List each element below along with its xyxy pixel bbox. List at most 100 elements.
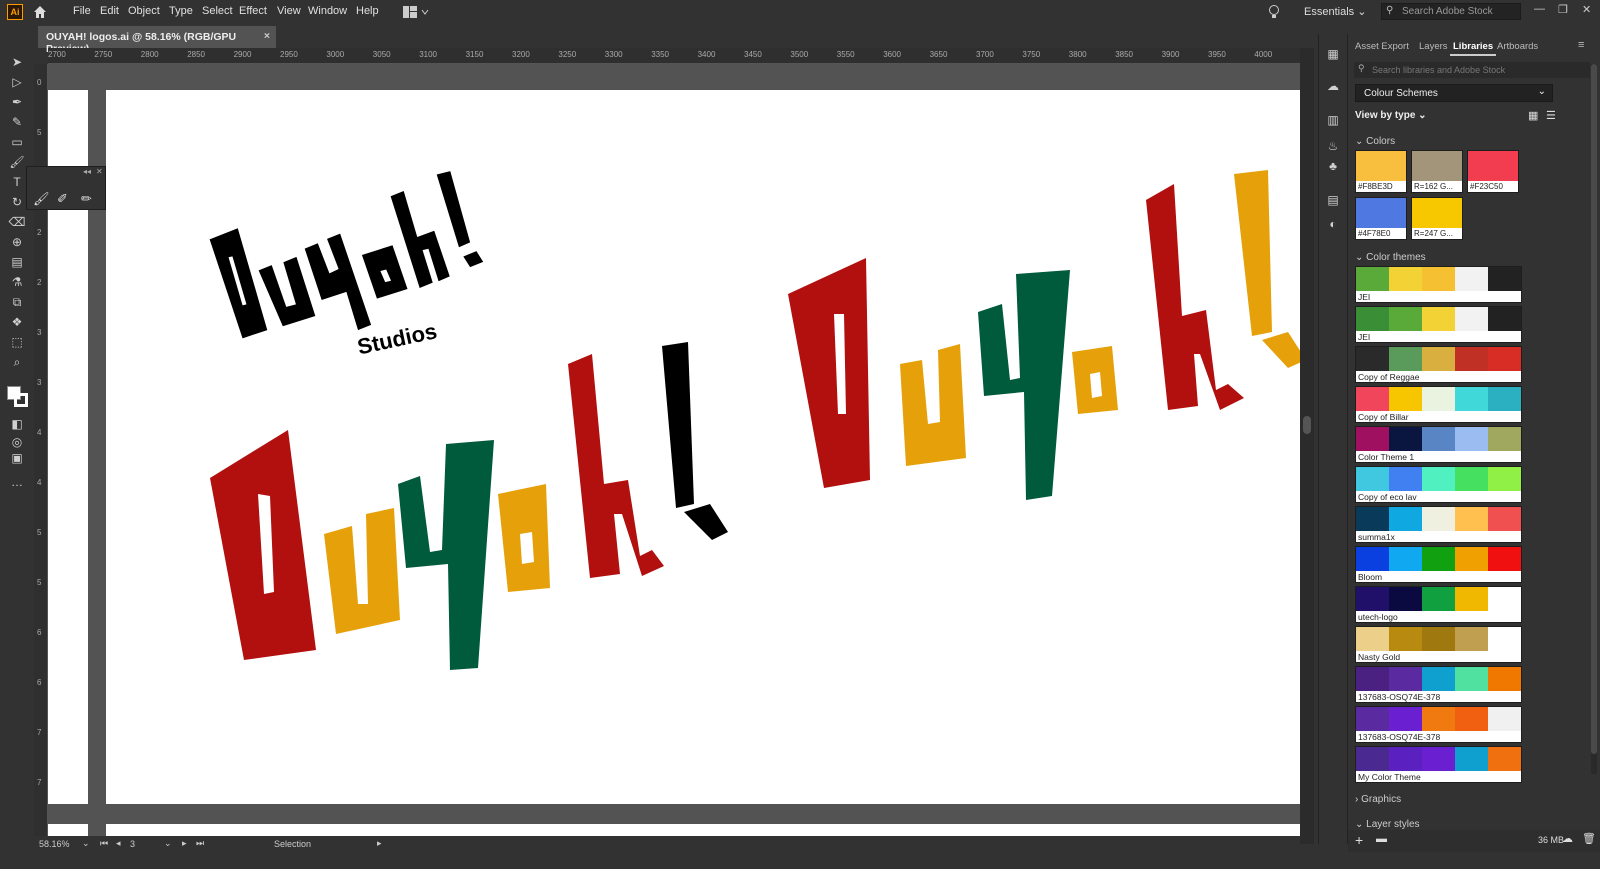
blend-tool-icon[interactable]: ⧉	[9, 294, 25, 310]
direct-selection-tool-icon[interactable]: ▷	[9, 74, 25, 90]
workspace-dropdown[interactable]: Essentials ⌄	[1304, 5, 1366, 18]
selection-tool-icon[interactable]: ➤	[9, 54, 25, 70]
color-theme[interactable]: Color Theme 1	[1355, 426, 1522, 463]
transparency-icon[interactable]: ◐	[1325, 216, 1341, 232]
panel-menu-icon[interactable]: ≡	[1578, 39, 1584, 51]
artwork-layer[interactable]: Studios	[48, 64, 1300, 844]
color-theme[interactable]: Nasty Gold	[1355, 626, 1522, 663]
close-flyout-icon[interactable]: ✕	[96, 167, 103, 176]
logo-black[interactable]	[208, 169, 492, 360]
color-swatch[interactable]: #F23C50	[1467, 150, 1519, 193]
color-themes-section-header[interactable]: ⌄ Color themes	[1355, 252, 1426, 263]
delete-icon[interactable]: 🗑	[1582, 832, 1596, 845]
collapse-icon[interactable]: ◂◂	[83, 167, 91, 176]
last-artboard-icon[interactable]: ⏭	[196, 838, 204, 849]
graphics-section-header[interactable]: › Graphics	[1355, 794, 1401, 805]
color-theme[interactable]: Bloom	[1355, 546, 1522, 583]
panel-scrollbar[interactable]	[1591, 64, 1597, 774]
rectangle-tool-icon[interactable]: ▭	[9, 134, 25, 150]
stroke-color-swatch[interactable]	[14, 393, 28, 407]
menu-object[interactable]: Object	[128, 5, 160, 17]
app-logo[interactable]: Ai	[7, 4, 23, 20]
canvas[interactable]: Studios	[48, 64, 1300, 844]
color-swatch[interactable]: #F8BE3D	[1355, 150, 1407, 193]
zoom-tool-icon[interactable]: ⌕	[9, 354, 25, 370]
library-search-input[interactable]: ⚲ Search libraries and Adobe Stock	[1354, 62, 1590, 78]
draw-mode-icon[interactable]: ◎	[9, 434, 25, 450]
colors-section-header[interactable]: ⌄ Colors	[1355, 136, 1395, 147]
tab-artboards[interactable]: Artboards	[1497, 41, 1538, 52]
view-by-type-dropdown[interactable]: View by type ⌄	[1355, 110, 1427, 121]
menu-help[interactable]: Help	[356, 5, 379, 17]
curvature-tool-icon[interactable]: ✎	[9, 114, 25, 130]
color-theme[interactable]: JEI	[1355, 306, 1522, 343]
artboard-tool-icon[interactable]: ⬚	[9, 334, 25, 350]
cc-libraries-icon[interactable]: ☁	[1325, 78, 1341, 94]
artboard-dropdown-icon[interactable]: ⌄	[164, 838, 172, 849]
vertical-scrollbar[interactable]	[1300, 48, 1314, 844]
status-menu-icon[interactable]: ▸	[377, 838, 382, 849]
color-theme[interactable]: Copy of eco lav	[1355, 466, 1522, 503]
brushes-icon[interactable]: ♨	[1325, 138, 1341, 154]
first-artboard-icon[interactable]: ⏮	[100, 838, 108, 849]
symbols-icon[interactable]: ♣	[1325, 158, 1341, 174]
properties-icon[interactable]: ▦	[1325, 46, 1341, 62]
color-swatch[interactable]: R=162 G...	[1411, 150, 1463, 193]
color-mode-icon[interactable]: ◧	[9, 416, 25, 432]
tab-libraries[interactable]: Libraries	[1453, 41, 1493, 52]
document-tab[interactable]: OUYAH! logos.ai @ 58.16% (RGB/GPU Previe…	[38, 26, 276, 55]
logo-color-1[interactable]	[210, 342, 728, 670]
puppet-warp-tool-icon[interactable]: ⊕	[9, 234, 25, 250]
menu-type[interactable]: Type	[169, 5, 193, 17]
eraser-tool-icon[interactable]: ⌫	[9, 214, 26, 230]
rotate-tool-icon[interactable]: ↻	[9, 194, 25, 210]
symbol-sprayer-tool-icon[interactable]: ❖	[9, 314, 25, 330]
add-content-icon[interactable]: +	[1355, 832, 1363, 848]
cloud-sync-icon[interactable]: ☁	[1562, 832, 1573, 845]
color-theme[interactable]: JEI	[1355, 266, 1522, 303]
pencil-icon[interactable]: ✏	[81, 191, 92, 207]
menu-view[interactable]: View	[277, 5, 301, 17]
home-icon[interactable]	[32, 4, 48, 20]
type-tool-icon[interactable]: T	[9, 174, 25, 190]
menu-effect[interactable]: Effect	[239, 5, 267, 17]
close-tab-icon[interactable]: ×	[264, 30, 270, 42]
folder-icon[interactable]: ▬	[1376, 833, 1387, 845]
menu-edit[interactable]: Edit	[100, 5, 119, 17]
gradient-tool-icon[interactable]: ▤	[9, 254, 25, 270]
minimize-icon[interactable]: —	[1534, 3, 1545, 15]
menu-window[interactable]: Window	[308, 5, 347, 17]
menu-file[interactable]: File	[73, 5, 91, 17]
color-swatch[interactable]: #4F78E0	[1355, 197, 1407, 240]
color-theme[interactable]: utech-logo	[1355, 586, 1522, 623]
layer-styles-section-header[interactable]: ⌄ Layer styles	[1355, 819, 1420, 830]
blob-brush-icon[interactable]: ✐	[57, 191, 68, 207]
zoom-dropdown-icon[interactable]: ⌄	[82, 838, 90, 849]
next-artboard-icon[interactable]: ▸	[182, 838, 187, 849]
color-theme[interactable]: 137683-OSQ74E-378	[1355, 666, 1522, 703]
color-theme[interactable]: summa1x	[1355, 506, 1522, 543]
stock-search-input[interactable]: Search Adobe Stock ⚲	[1381, 3, 1521, 20]
menu-select[interactable]: Select	[202, 5, 233, 17]
tab-asset-export[interactable]: Asset Export	[1355, 41, 1409, 52]
color-theme[interactable]: Copy of Billar	[1355, 386, 1522, 423]
screen-mode-icon[interactable]: ▣	[9, 450, 25, 466]
prev-artboard-icon[interactable]: ◂	[116, 838, 121, 849]
color-theme[interactable]: Copy of Reggae	[1355, 346, 1522, 383]
color-theme[interactable]: 137683-OSQ74E-378	[1355, 706, 1522, 743]
maximize-icon[interactable]: ❐	[1558, 3, 1568, 16]
tab-layers[interactable]: Layers	[1419, 41, 1448, 52]
close-window-icon[interactable]: ✕	[1582, 3, 1591, 16]
scroll-thumb[interactable]	[1303, 416, 1311, 434]
swatches-icon[interactable]: ▥	[1325, 112, 1341, 128]
eyedropper-tool-icon[interactable]: ⚗	[9, 274, 25, 290]
grid-view-icon[interactable]: ▦	[1528, 109, 1538, 122]
list-view-icon[interactable]: ☰	[1546, 109, 1556, 122]
discover-bulb-icon[interactable]	[1268, 4, 1280, 20]
paintbrush-tool-icon[interactable]: 🖌	[9, 154, 25, 170]
library-select[interactable]: Colour Schemes ⌄	[1355, 84, 1553, 102]
artboard-number[interactable]: 3	[130, 839, 135, 849]
logo-color-2[interactable]	[788, 170, 1300, 500]
horizontal-ruler[interactable]: 2700 2750 2800 2850 2900 2950 3000 3050 3100 3150…	[48, 48, 1300, 64]
color-theme[interactable]: My Color Theme	[1355, 746, 1522, 783]
